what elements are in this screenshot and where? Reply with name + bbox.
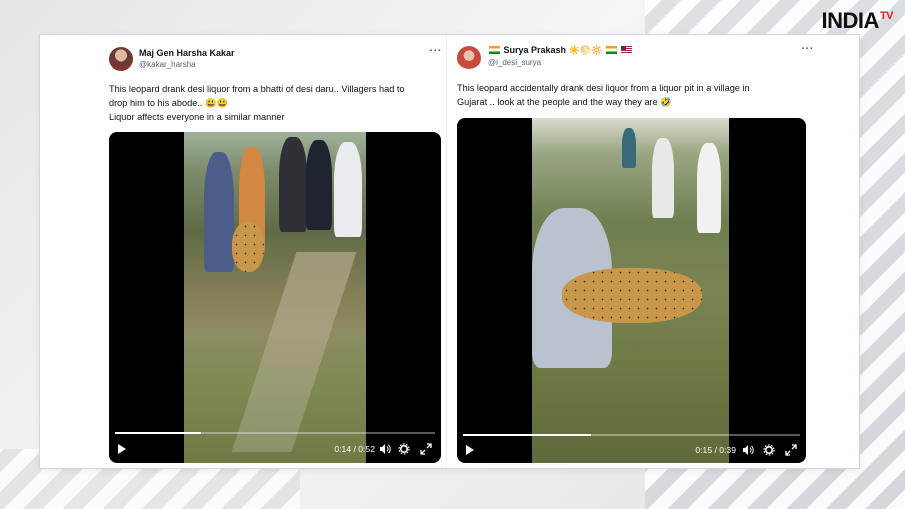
tweet-text-line: Liquor affects everyone in a similar man…	[109, 112, 285, 122]
tweet-text: This leopard drank desi liquor from a bh…	[109, 82, 444, 124]
author-name-row[interactable]: Surya Prakash ☀️🌕🔆	[488, 45, 633, 56]
leopard	[232, 222, 264, 272]
fullscreen-icon[interactable]	[785, 444, 797, 456]
video-time: 0:15 / 0:39	[695, 445, 736, 455]
avatar[interactable]	[109, 47, 133, 71]
person	[204, 152, 234, 272]
play-icon[interactable]	[466, 445, 474, 455]
leopard	[562, 268, 702, 323]
tweet-separator	[446, 35, 447, 468]
video-controls: 0:15 / 0:39	[457, 439, 806, 461]
person	[697, 143, 721, 233]
video-time: 0:14 / 0:52	[334, 444, 375, 454]
tweet-text-line: This leopard drank desi liquor from a bh…	[109, 84, 405, 94]
logo-brand: INDIA	[821, 8, 880, 33]
indiatv-logo: INDIA TV	[818, 8, 897, 36]
logo-suffix: TV	[879, 10, 894, 22]
author-handle[interactable]: @kakar_harsha	[139, 60, 196, 69]
india-flag-icon	[605, 46, 617, 54]
video-progress-fill	[115, 432, 202, 434]
sun-emoji-icon: ☀️🌕🔆	[568, 45, 603, 55]
video-frame	[532, 118, 729, 463]
india-flag-icon	[489, 46, 500, 54]
video-frame	[184, 132, 366, 463]
settings-gear-icon[interactable]	[763, 444, 775, 456]
tweet-card-1: Maj Gen Harsha Kakar @kakar_harsha ··· T…	[98, 35, 444, 468]
person	[279, 137, 307, 232]
person	[652, 138, 674, 218]
tweet-text-line: This leopard accidentally drank desi liq…	[457, 83, 750, 93]
tweet-card-2: Surya Prakash ☀️🌕🔆 @i_desi_surya ··· Thi…	[448, 35, 816, 468]
video-progress-bar[interactable]	[463, 434, 800, 436]
tweet-text-line: Gujarat .. look at the people and the wa…	[457, 97, 672, 107]
settings-gear-icon[interactable]	[398, 443, 410, 455]
tweet-text-line: drop him to his abode.. 😃😃	[109, 98, 228, 108]
play-icon[interactable]	[118, 444, 126, 454]
person	[306, 140, 332, 230]
tweet-text: This leopard accidentally drank desi liq…	[457, 81, 813, 109]
video-controls: 0:14 / 0:52	[109, 438, 441, 460]
volume-icon[interactable]	[742, 444, 754, 456]
dirt-path	[231, 252, 357, 452]
author-handle[interactable]: @i_desi_surya	[488, 58, 541, 67]
author-name[interactable]: Maj Gen Harsha Kakar	[139, 48, 235, 58]
author-name: Surya Prakash	[503, 45, 567, 55]
person	[622, 128, 636, 168]
video-progress-bar[interactable]	[115, 432, 435, 434]
video-player[interactable]: 0:14 / 0:52	[109, 132, 441, 463]
avatar[interactable]	[457, 46, 481, 70]
video-progress-fill	[463, 434, 592, 436]
person	[334, 142, 362, 237]
screenshot-frame: Maj Gen Harsha Kakar @kakar_harsha ··· T…	[40, 35, 859, 468]
video-player[interactable]: 0:15 / 0:39	[457, 118, 806, 463]
more-options-icon[interactable]: ···	[430, 45, 443, 57]
us-flag-icon	[621, 46, 633, 54]
more-options-icon[interactable]: ···	[802, 43, 815, 55]
volume-icon[interactable]	[379, 443, 391, 455]
fullscreen-icon[interactable]	[420, 443, 432, 455]
